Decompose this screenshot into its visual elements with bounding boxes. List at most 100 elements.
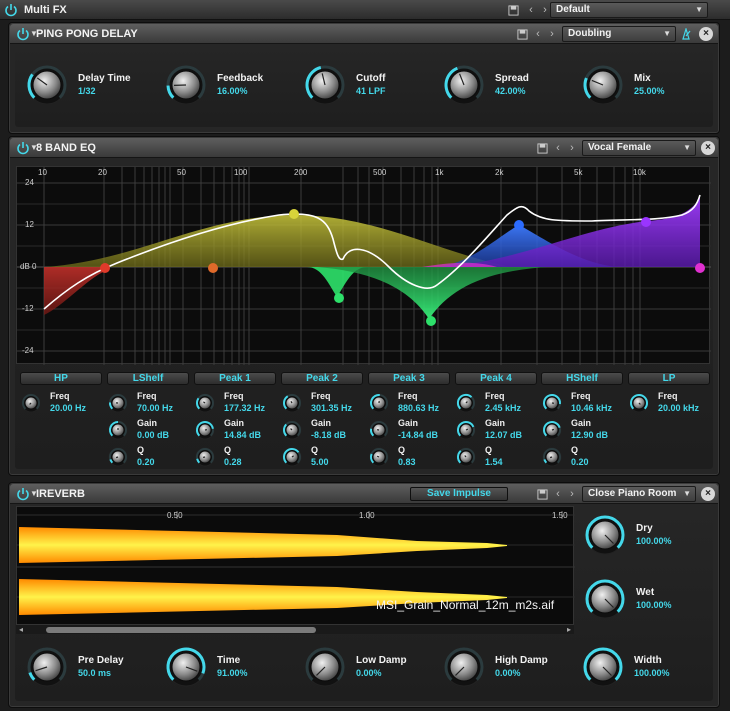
dry-knob[interactable]	[584, 514, 626, 556]
scroll-thumb[interactable]	[46, 627, 316, 633]
scroll-right-icon[interactable]: ▸	[567, 625, 571, 634]
peak-2-freq-value: 301.35 Hz	[311, 403, 353, 413]
eq-next-icon[interactable]: ›	[565, 141, 579, 155]
eq-node-hp[interactable]	[208, 263, 218, 273]
freq-tick: 100	[234, 168, 248, 177]
band-tab-hp[interactable]: HP	[20, 372, 102, 385]
low-damp-value: 0.00%	[356, 668, 382, 678]
peak-4-gain-label: Gain	[485, 418, 506, 428]
peak-2-freq-knob[interactable]	[281, 392, 303, 414]
band-tab-lp[interactable]: LP	[628, 372, 710, 385]
peak-3-q-knob[interactable]	[368, 446, 390, 468]
eq-prev-icon[interactable]: ‹	[551, 141, 565, 155]
band-tab-peak-3[interactable]: Peak 3	[368, 372, 450, 385]
power-icon[interactable]	[4, 3, 18, 17]
delay-prev-icon[interactable]: ‹	[531, 27, 545, 41]
eq-power-icon[interactable]	[16, 141, 30, 155]
eq-node-lp[interactable]	[695, 263, 705, 273]
prev-preset-icon[interactable]: ‹	[524, 3, 538, 17]
eq-node-peak4[interactable]	[514, 220, 524, 230]
scroll-left-icon[interactable]: ◂	[19, 625, 23, 634]
save-impulse-button[interactable]: Save Impulse	[410, 487, 508, 501]
lp-freq-knob[interactable]	[628, 392, 650, 414]
peak-1-freq-knob[interactable]	[194, 392, 216, 414]
lshelf-q-knob[interactable]	[107, 446, 129, 468]
delay-preset-select[interactable]: Doubling ▼	[562, 26, 676, 42]
gain-tick: 12	[25, 220, 34, 229]
eq-save-icon[interactable]	[535, 141, 549, 155]
spread-knob[interactable]	[443, 64, 485, 106]
peak-1-q-knob[interactable]	[194, 446, 216, 468]
eq-node-peak3[interactable]	[426, 316, 436, 326]
delay-power-icon[interactable]	[16, 27, 30, 41]
dry-value: 100.00%	[636, 536, 672, 546]
high-damp-knob[interactable]	[443, 646, 485, 688]
high-damp-value: 0.00%	[495, 668, 521, 678]
eq-graph[interactable]	[16, 166, 711, 365]
band-tab-peak-4[interactable]: Peak 4	[455, 372, 537, 385]
lshelf-gain-knob[interactable]	[107, 419, 129, 441]
peak-4-gain-knob[interactable]	[455, 419, 477, 441]
time-knob[interactable]	[165, 646, 207, 688]
eq-preset-select[interactable]: Vocal Female ▼	[582, 140, 696, 156]
hp-freq-knob[interactable]	[20, 392, 42, 414]
reverb-preset-select[interactable]: Close Piano Room ▼	[582, 486, 696, 502]
hshelf-q-knob[interactable]	[541, 446, 563, 468]
save-preset-icon[interactable]	[506, 3, 520, 17]
band-tab-peak-1[interactable]: Peak 1	[194, 372, 276, 385]
wet-knob[interactable]	[584, 578, 626, 620]
eq-node-hshelf[interactable]	[641, 217, 651, 227]
reverb-prev-icon[interactable]: ‹	[551, 487, 565, 501]
metronome-icon[interactable]	[679, 27, 693, 41]
eq-node-lshelf[interactable]	[100, 263, 110, 273]
delay-next-icon[interactable]: ›	[545, 27, 559, 41]
reverb-close-icon[interactable]: ×	[701, 487, 715, 501]
band-tab-lshelf[interactable]: LShelf	[107, 372, 189, 385]
preset-select[interactable]: Default ▼	[550, 2, 708, 18]
delay-save-icon[interactable]	[515, 27, 529, 41]
hshelf-freq-knob[interactable]	[541, 392, 563, 414]
peak-1-gain-knob[interactable]	[194, 419, 216, 441]
peak-4-freq-value: 2.45 kHz	[485, 403, 522, 413]
delay-time-knob[interactable]	[26, 64, 68, 106]
peak-2-q-knob[interactable]	[281, 446, 303, 468]
reverb-save-icon[interactable]	[535, 487, 549, 501]
gain-tick: 24	[25, 178, 34, 187]
cutoff-knob[interactable]	[304, 64, 346, 106]
peak-2-gain-knob[interactable]	[281, 419, 303, 441]
peak-4-q-label: Q	[485, 445, 493, 455]
gain-tick: dB 0	[20, 262, 37, 271]
waveform-scrollbar[interactable]: ◂ ▸	[16, 624, 574, 634]
width-label: Width	[634, 655, 662, 666]
dry-label: Dry	[636, 523, 653, 534]
eq-close-icon[interactable]: ×	[701, 141, 715, 155]
hshelf-gain-knob[interactable]	[541, 419, 563, 441]
peak-4-freq-knob[interactable]	[455, 392, 477, 414]
pre-delay-knob[interactable]	[26, 646, 68, 688]
eq-node-peak2[interactable]	[334, 293, 344, 303]
lshelf-freq-value: 70.00 Hz	[137, 403, 174, 413]
peak-3-freq-knob[interactable]	[368, 392, 390, 414]
delay-close-icon[interactable]: ×	[699, 27, 713, 41]
gain-tick: -24	[22, 346, 34, 355]
peak-3-freq-value: 880.63 Hz	[398, 403, 440, 413]
spread-label: Spread	[495, 73, 529, 84]
peak-4-q-knob[interactable]	[455, 446, 477, 468]
eq-node-peak1[interactable]	[289, 209, 299, 219]
feedback-knob[interactable]	[165, 64, 207, 106]
reverb-preset-name: Close Piano Room	[588, 488, 677, 499]
peak-3-gain-knob[interactable]	[368, 419, 390, 441]
eq-header: ▼ 8 BAND EQ ‹ › Vocal Female ▼ ×	[10, 138, 718, 158]
high-damp-label: High Damp	[495, 655, 548, 666]
band-tab-hshelf[interactable]: HShelf	[541, 372, 623, 385]
mix-knob[interactable]	[582, 64, 624, 106]
width-knob[interactable]	[582, 646, 624, 688]
reverb-power-icon[interactable]	[16, 487, 30, 501]
band-tab-peak-2[interactable]: Peak 2	[281, 372, 363, 385]
lshelf-freq-knob[interactable]	[107, 392, 129, 414]
hp-freq-value: 20.00 Hz	[50, 403, 87, 413]
low-damp-knob[interactable]	[304, 646, 346, 688]
reverb-next-icon[interactable]: ›	[565, 487, 579, 501]
band-fill-hp	[44, 267, 105, 315]
impulse-waveform[interactable]	[16, 506, 575, 634]
